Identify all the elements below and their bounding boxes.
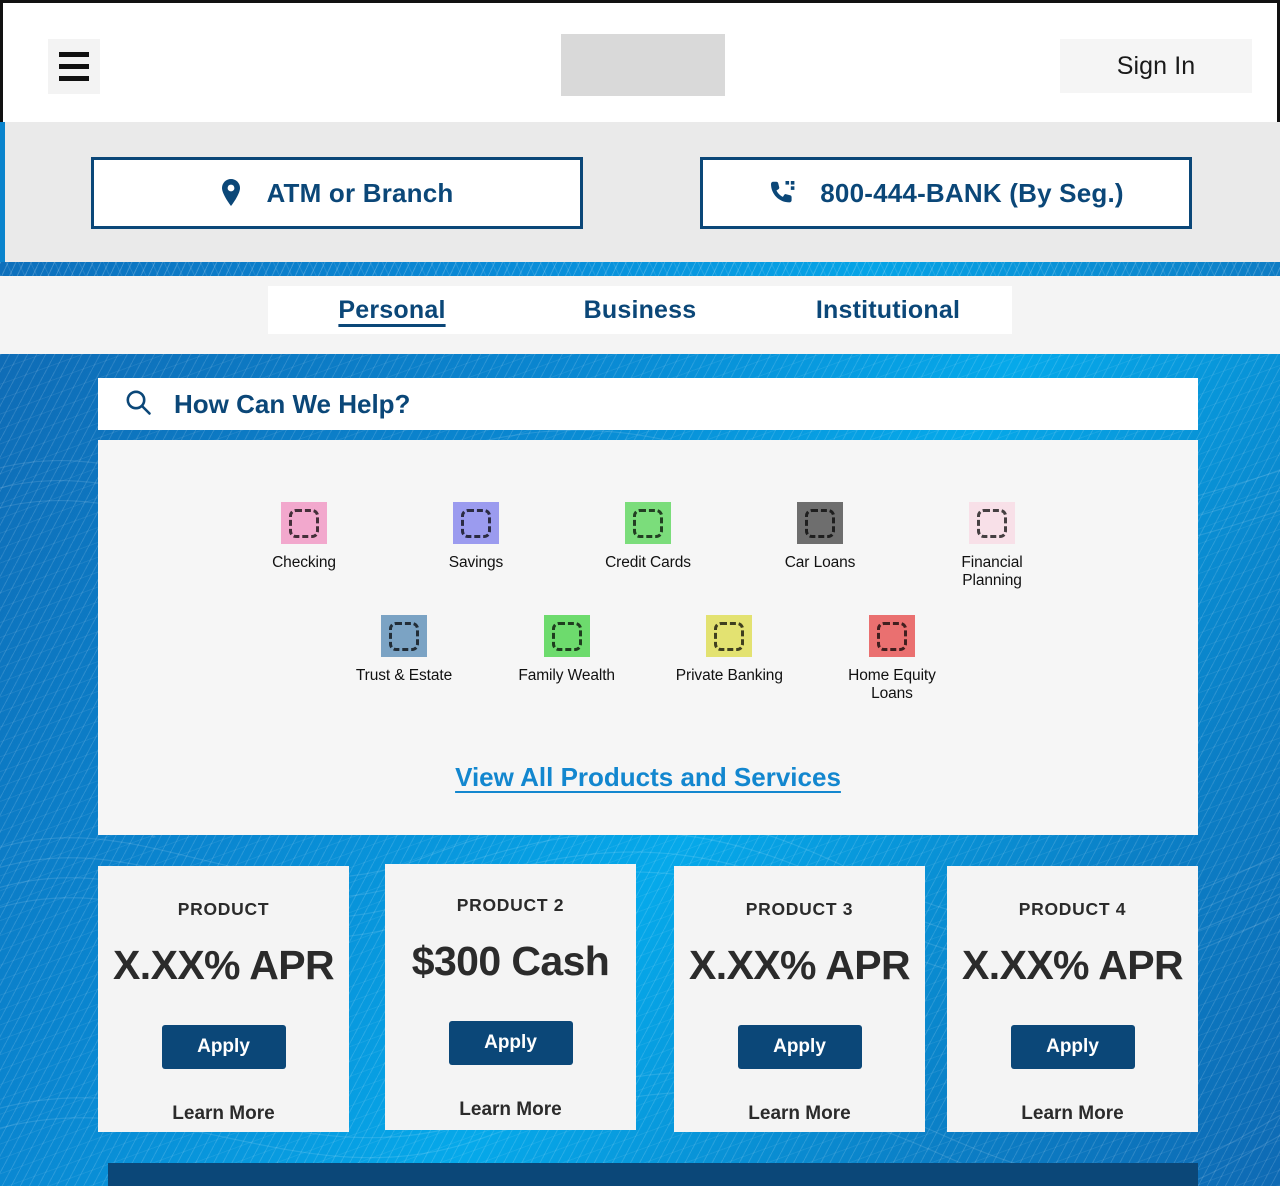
site-header: Sign In <box>0 0 1280 122</box>
card-kicker: PRODUCT 4 <box>1018 899 1127 919</box>
product-card-3[interactable]: PRODUCT 3 X.XX% APR Apply Learn More <box>674 866 925 1132</box>
learn-more-link[interactable]: Learn More <box>459 1099 561 1121</box>
product-home-equity-loans[interactable]: Home Equity Loans <box>834 615 950 703</box>
product-label: Trust & Estate <box>355 667 453 684</box>
product-label: Private Banking <box>675 667 783 684</box>
hamburger-bar <box>59 64 89 69</box>
product-label: Financial Planning <box>961 554 1023 589</box>
atm-or-branch-button[interactable]: ATM or Branch <box>91 157 583 229</box>
hamburger-bar <box>59 52 89 57</box>
search-icon <box>124 388 152 421</box>
tab-business[interactable]: Business <box>516 296 764 325</box>
product-savings[interactable]: Savings <box>418 502 534 590</box>
product-trust-and-estate[interactable]: Trust & Estate <box>346 615 462 703</box>
product-checking[interactable]: Checking <box>246 502 362 590</box>
product-label: Credit Cards <box>605 554 691 571</box>
products-panel: Checking Savings Credit Cards Car Loans … <box>98 440 1198 835</box>
tab-institutional[interactable]: Institutional <box>764 296 1012 325</box>
phone-number-label: 800-444-BANK (By Seg.) <box>820 177 1124 208</box>
bank-logo-placeholder[interactable] <box>561 34 725 96</box>
product-label: Family Wealth <box>518 667 615 684</box>
image-placeholder-icon <box>625 502 671 544</box>
card-kicker: PRODUCT 2 <box>456 895 565 915</box>
hamburger-bar <box>59 76 89 81</box>
tab-personal[interactable]: Personal <box>268 296 516 325</box>
card-kicker: PRODUCT <box>177 899 270 919</box>
product-financial-planning[interactable]: Financial Planning <box>934 502 1050 590</box>
audience-tab-bar: Personal Business Institutional <box>0 276 1280 354</box>
search-input[interactable]: How Can We Help? <box>98 378 1198 430</box>
card-headline: X.XX% APR <box>689 942 911 988</box>
image-placeholder-icon <box>969 502 1015 544</box>
image-placeholder-icon <box>543 615 590 657</box>
image-placeholder-icon <box>381 615 427 657</box>
product-credit-cards[interactable]: Credit Cards <box>590 502 706 590</box>
search-placeholder-text: How Can We Help? <box>174 388 411 419</box>
product-family-wealth[interactable]: Family Wealth <box>509 615 625 703</box>
decorative-blue-band <box>0 262 1280 276</box>
product-label: Car Loans <box>784 554 856 571</box>
image-placeholder-icon <box>868 615 915 657</box>
map-pin-icon <box>220 178 242 208</box>
phone-number-button[interactable]: 800-444-BANK (By Seg.) <box>700 157 1192 229</box>
image-placeholder-icon <box>706 615 753 657</box>
apply-button[interactable]: Apply <box>448 1021 573 1065</box>
product-icon-row-1: Checking Savings Credit Cards Car Loans … <box>98 502 1198 590</box>
learn-more-link[interactable]: Learn More <box>1021 1103 1123 1125</box>
view-all-container: View All Products and Services <box>98 762 1198 793</box>
page-root: Sign In ATM or Branch 800-444-BANK (By S… <box>0 0 1280 1186</box>
view-all-products-link[interactable]: View All Products and Services <box>455 762 841 792</box>
product-card-4[interactable]: PRODUCT 4 X.XX% APR Apply Learn More <box>947 866 1198 1132</box>
learn-more-link[interactable]: Learn More <box>172 1103 274 1125</box>
apply-button[interactable]: Apply <box>1010 1025 1135 1069</box>
phone-icon <box>768 180 796 206</box>
card-kicker: PRODUCT 3 <box>745 899 854 919</box>
atm-or-branch-label: ATM or Branch <box>266 177 454 208</box>
product-private-banking[interactable]: Private Banking <box>671 615 787 703</box>
product-card-1[interactable]: PRODUCT X.XX% APR Apply Learn More <box>98 866 349 1132</box>
product-card-2[interactable]: PRODUCT 2 $300 Cash Apply Learn More <box>385 864 636 1130</box>
sign-in-button[interactable]: Sign In <box>1060 39 1252 93</box>
footer-navy-bar <box>108 1163 1198 1186</box>
card-headline: $300 Cash <box>411 938 610 984</box>
card-headline: X.XX% APR <box>962 942 1184 988</box>
product-label: Home Equity Loans <box>848 667 936 702</box>
card-headline: X.XX% APR <box>113 942 335 988</box>
image-placeholder-icon <box>281 502 327 544</box>
apply-button[interactable]: Apply <box>161 1025 286 1069</box>
image-placeholder-icon <box>453 502 499 544</box>
utility-bar: ATM or Branch 800-444-BANK (By Seg.) <box>0 122 1280 262</box>
audience-tab-group: Personal Business Institutional <box>268 286 1012 334</box>
product-label: Checking <box>272 554 336 571</box>
hamburger-menu-icon[interactable] <box>48 39 100 94</box>
image-placeholder-icon <box>797 502 843 544</box>
product-label: Savings <box>448 554 504 571</box>
product-car-loans[interactable]: Car Loans <box>762 502 878 590</box>
apply-button[interactable]: Apply <box>737 1025 862 1069</box>
product-icon-row-2: Trust & Estate Family Wealth Private Ban… <box>98 615 1198 703</box>
learn-more-link[interactable]: Learn More <box>748 1103 850 1125</box>
